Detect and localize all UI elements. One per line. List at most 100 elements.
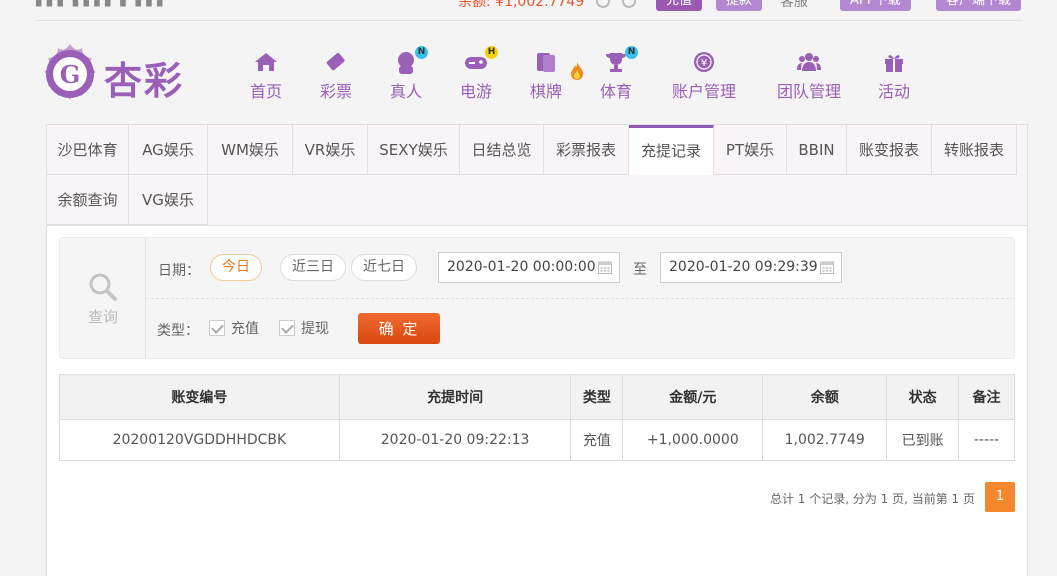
top-left-links: ▌▌▌ ▌▌▌▌ ▌ ▌▌▌ xyxy=(36,0,168,7)
end-datetime-value: 2020-01-20 09:29:39 xyxy=(669,259,818,275)
top-divider xyxy=(36,20,1022,21)
nav-sports[interactable]: N 体育 xyxy=(596,46,638,102)
site-logo[interactable]: G 杏彩 xyxy=(38,42,198,108)
col-amount: 金额/元 xyxy=(622,374,764,420)
nav-activity[interactable]: 活动 xyxy=(874,50,914,102)
pagination-summary: 总计 1 个记录, 分为 1 页, 当前第 1 页 xyxy=(769,492,975,506)
col-balance: 余额 xyxy=(762,374,888,420)
tab-daily-summary[interactable]: 日结总览 xyxy=(460,125,544,175)
nav-chess[interactable]: 棋牌 xyxy=(526,50,583,102)
gamepad-icon: H xyxy=(463,46,498,74)
date-today-button[interactable]: 今日 xyxy=(210,254,262,281)
svg-text:¥: ¥ xyxy=(701,58,707,69)
gift-icon xyxy=(885,55,903,72)
checkbox-checked-icon xyxy=(209,320,225,336)
col-status: 状态 xyxy=(886,374,960,420)
pagination: 总计 1 个记录, 分为 1 页, 当前第 1 页 1 xyxy=(615,482,1015,512)
tab-balance-query[interactable]: 余额查询 xyxy=(47,175,129,225)
confirm-button[interactable]: 确 定 xyxy=(358,313,440,344)
calendar-icon[interactable] xyxy=(820,260,834,274)
tab-bbin[interactable]: BBIN xyxy=(787,125,847,175)
nav-label: 团队管理 xyxy=(776,82,841,101)
tab-wm[interactable]: WM娱乐 xyxy=(208,125,293,175)
search-icon xyxy=(89,273,117,301)
tab-saba-sports[interactable]: 沙巴体育 xyxy=(47,125,129,175)
col-serial: 账变编号 xyxy=(59,374,340,420)
type-label: 类型： xyxy=(157,323,199,339)
start-datetime-value: 2020-01-20 00:00:00 xyxy=(447,259,596,275)
start-datetime-input[interactable]: 2020-01-20 00:00:00 xyxy=(438,252,620,283)
app-download-button[interactable]: APP下载 xyxy=(840,0,911,11)
calendar-icon[interactable] xyxy=(598,260,612,274)
to-label: 至 xyxy=(633,262,647,278)
nav-live[interactable]: N 真人 xyxy=(386,46,428,102)
logo-text: 杏彩 xyxy=(104,58,185,103)
svg-text:G: G xyxy=(60,60,81,89)
cell-remark: ----- xyxy=(958,419,1015,461)
nav-label: 账户管理 xyxy=(671,82,736,101)
type-withdraw-checkbox[interactable]: 提现 xyxy=(279,318,329,338)
cell-balance: 1,002.7749 xyxy=(762,419,888,461)
date-label: 日期： xyxy=(158,263,200,279)
date-3days-button[interactable]: 近三日 xyxy=(280,254,346,281)
tab-vr[interactable]: VR娱乐 xyxy=(293,125,368,175)
filter-divider xyxy=(146,298,1014,299)
tab-pt[interactable]: PT娱乐 xyxy=(714,125,787,175)
col-remark: 备注 xyxy=(958,374,1015,420)
tab-lottery-report[interactable]: 彩票报表 xyxy=(544,125,629,175)
hot-badge: H xyxy=(485,46,498,59)
nav-label: 真人 xyxy=(389,82,422,101)
date-7days-button[interactable]: 近七日 xyxy=(351,254,417,281)
cell-type: 充值 xyxy=(570,419,624,461)
live-dealer-icon: N xyxy=(393,46,428,74)
nav-egame[interactable]: H 电游 xyxy=(456,46,498,102)
new-badge: N xyxy=(625,46,638,59)
ticket-icon xyxy=(326,53,345,71)
tab-vg[interactable]: VG娱乐 xyxy=(129,175,208,225)
query-button[interactable]: 查询 xyxy=(60,238,146,358)
team-icon xyxy=(797,53,821,71)
home-icon xyxy=(255,53,277,71)
tab-deposit-withdraw-records[interactable]: 充提记录 xyxy=(629,125,714,175)
nav-label: 彩票 xyxy=(319,82,352,101)
refresh-icon[interactable] xyxy=(596,0,610,8)
nav-team[interactable]: 团队管理 xyxy=(774,50,844,102)
flame-icon xyxy=(571,62,583,80)
tab-account-change-report[interactable]: 账变报表 xyxy=(847,125,932,175)
report-tabs: 沙巴体育 AG娱乐 WM娱乐 VR娱乐 SEXY娱乐 日结总览 彩票报表 充提记… xyxy=(47,125,1027,226)
nav-home[interactable]: 首页 xyxy=(246,50,286,102)
table-header-row: 账变编号 充提时间 类型 金额/元 余额 状态 备注 xyxy=(59,374,1015,420)
trophy-icon: N xyxy=(603,46,638,74)
withdraw-button[interactable]: 提款 xyxy=(716,0,763,11)
checkbox-checked-icon xyxy=(279,320,295,336)
service-link[interactable]: 客服 xyxy=(780,0,808,11)
message-icon[interactable] xyxy=(622,0,636,8)
client-download-button[interactable]: 客户端下载 xyxy=(936,0,1022,11)
tab-sexy[interactable]: SEXY娱乐 xyxy=(368,125,460,175)
cell-status: 已到账 xyxy=(886,419,960,461)
nav-account[interactable]: ¥ 账户管理 xyxy=(669,50,739,102)
records-table: 账变编号 充提时间 类型 金额/元 余额 状态 备注 20200120VGDDH… xyxy=(59,374,1015,461)
report-panel: 沙巴体育 AG娱乐 WM娱乐 VR娱乐 SEXY娱乐 日结总览 彩票报表 充提记… xyxy=(46,124,1028,576)
cell-amount: +1,000.0000 xyxy=(622,419,764,461)
new-badge: N xyxy=(415,46,428,59)
cell-time: 2020-01-20 09:22:13 xyxy=(338,419,572,461)
balance-display: 余额: ¥1,002.7749 xyxy=(458,0,585,10)
nav-label: 棋牌 xyxy=(529,82,562,101)
nav-lottery[interactable]: 彩票 xyxy=(316,50,356,102)
logo-emblem-icon: G xyxy=(44,44,96,100)
page-number-button[interactable]: 1 xyxy=(985,482,1015,512)
tab-transfer-report[interactable]: 转账报表 xyxy=(932,125,1017,175)
recharge-button[interactable]: 充值 xyxy=(656,0,703,11)
yen-coin-icon: ¥ xyxy=(694,52,714,72)
col-time: 充提时间 xyxy=(338,374,572,420)
type-recharge-checkbox[interactable]: 充值 xyxy=(209,318,259,338)
top-bar: ▌▌▌ ▌▌▌▌ ▌ ▌▌▌ 余额: ¥1,002.7749 充值 提款 客服 … xyxy=(0,0,1057,21)
nav-label: 首页 xyxy=(249,82,282,101)
site-header: G 杏彩 首页 彩票 N 真人 H 电游 棋牌 N 体育 ¥ 账户管理 团队管理… xyxy=(36,40,1026,110)
end-datetime-input[interactable]: 2020-01-20 09:29:39 xyxy=(660,252,842,283)
cards-icon xyxy=(533,50,559,74)
tab-ag[interactable]: AG娱乐 xyxy=(129,125,208,175)
type-withdraw-label: 提现 xyxy=(301,321,329,337)
query-label: 查询 xyxy=(87,308,118,326)
